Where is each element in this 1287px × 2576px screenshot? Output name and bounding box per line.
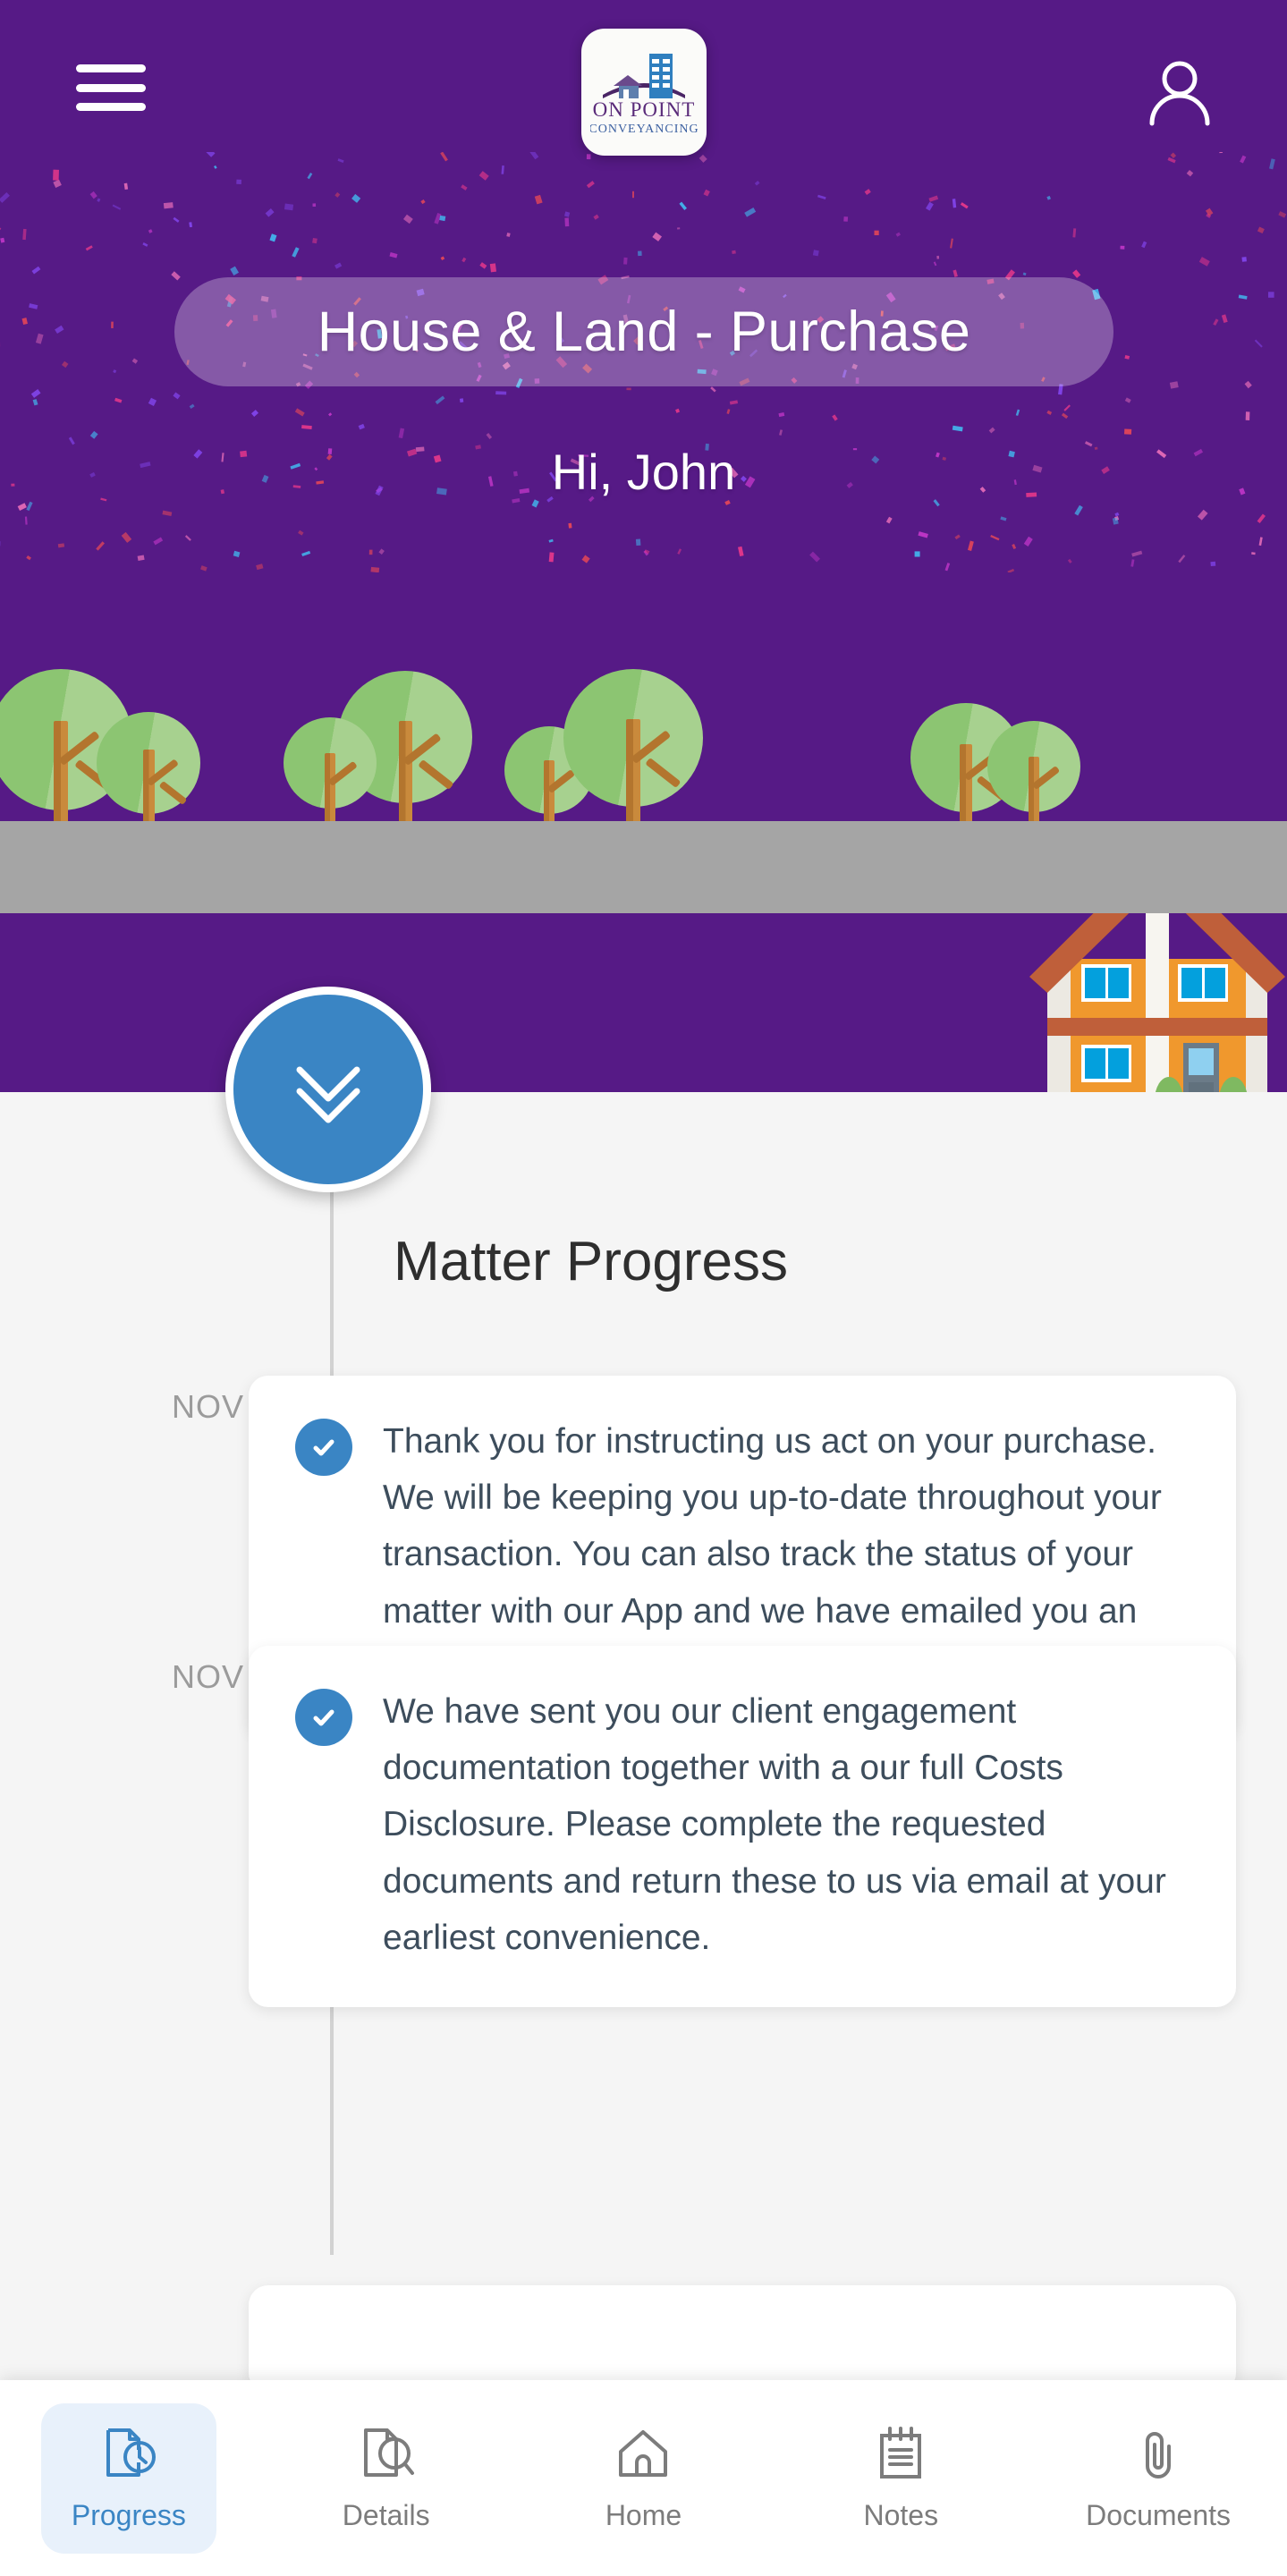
nav-item-label: Home bbox=[605, 2498, 682, 2531]
document-search-icon bbox=[357, 2425, 416, 2488]
svg-text:CONVEYANCING: CONVEYANCING bbox=[590, 123, 698, 136]
road bbox=[0, 821, 1287, 913]
document-clock-icon bbox=[99, 2425, 158, 2488]
bottom-navigation: Progress Details Home Notes Documents bbox=[0, 2380, 1287, 2576]
nav-item-box: Progress bbox=[40, 2402, 216, 2554]
nav-item-home[interactable]: Home bbox=[515, 2380, 773, 2576]
check-icon bbox=[295, 1689, 352, 1746]
nav-item-progress[interactable]: Progress bbox=[0, 2380, 258, 2576]
hamburger-icon[interactable] bbox=[76, 64, 146, 111]
timeline-text: We have sent you our client engagement d… bbox=[383, 1692, 1166, 1957]
nav-item-label: Documents bbox=[1086, 2498, 1231, 2531]
paperclip-icon bbox=[1129, 2425, 1188, 2488]
timeline-card[interactable] bbox=[249, 2285, 1236, 2393]
svg-text:ON POINT: ON POINT bbox=[593, 98, 696, 121]
nav-item-notes[interactable]: Notes bbox=[772, 2380, 1029, 2576]
top-bar: ON POINT CONVEYANCING bbox=[0, 0, 1287, 188]
timeline-card[interactable]: We have sent you our client engagement d… bbox=[249, 1646, 1236, 2007]
greeting-text: Hi, John bbox=[551, 444, 736, 500]
nav-item-box: Documents bbox=[1055, 2403, 1261, 2554]
check-icon bbox=[295, 1419, 352, 1476]
home-icon bbox=[614, 2425, 673, 2488]
hero-header: ON POINT CONVEYANCING House & Land - Pur… bbox=[0, 0, 1287, 1092]
double-chevron-down-icon bbox=[296, 1066, 360, 1123]
app-root: ON POINT CONVEYANCING House & Land - Pur… bbox=[0, 0, 1287, 2576]
scroll-down-button[interactable] bbox=[225, 987, 431, 1192]
matter-title-pill: House & Land - Purchase bbox=[174, 277, 1113, 386]
nav-item-label: Notes bbox=[863, 2498, 939, 2531]
user-icon[interactable] bbox=[1142, 54, 1217, 129]
nav-item-box: Notes bbox=[833, 2403, 969, 2554]
app-logo[interactable]: ON POINT CONVEYANCING bbox=[581, 29, 707, 156]
page-title: Matter Progress bbox=[394, 1231, 789, 1292]
nav-item-label: Details bbox=[342, 2498, 430, 2531]
nav-item-documents[interactable]: Documents bbox=[1029, 2380, 1287, 2576]
notepad-icon bbox=[871, 2425, 930, 2488]
nav-item-box: Details bbox=[312, 2403, 461, 2554]
building-house-icon: ON POINT CONVEYANCING bbox=[590, 54, 698, 136]
nav-item-details[interactable]: Details bbox=[258, 2380, 515, 2576]
matter-title-text: House & Land - Purchase bbox=[317, 301, 971, 363]
nav-item-box: Home bbox=[575, 2403, 712, 2554]
nav-item-label: Progress bbox=[71, 2498, 186, 2531]
